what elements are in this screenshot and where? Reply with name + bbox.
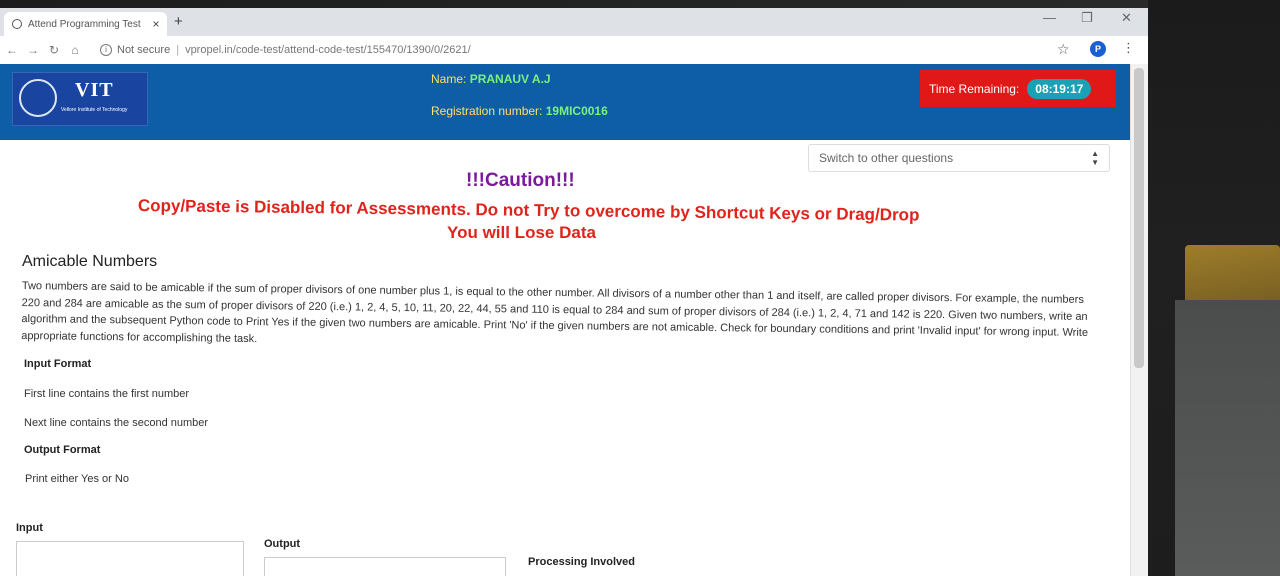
name-label: Name: xyxy=(431,72,467,86)
output-textarea[interactable] xyxy=(264,557,506,576)
input-format-heading: Input Format xyxy=(24,358,92,370)
reload-icon[interactable]: ↻ xyxy=(45,43,63,57)
browser-window: Attend Programming Test × + — ❐ ✕ ← → ↻ … xyxy=(0,8,1148,576)
copy-paste-warning: Copy/Paste is Disabled for Assessments. … xyxy=(137,196,920,225)
registration-number: Registration number: 19MIC0016 xyxy=(431,104,608,118)
processing-label: Processing Involved xyxy=(528,556,635,568)
output-label: Output xyxy=(264,538,301,550)
back-icon[interactable]: ← xyxy=(3,43,21,57)
time-remaining: Time Remaining: 08:19:17 xyxy=(920,70,1116,107)
info-icon: i xyxy=(100,44,112,56)
sort-arrows-icon: ▲ ▼ xyxy=(1091,149,1099,167)
input-textarea[interactable] xyxy=(16,541,244,576)
timer-value: 08:19:17 xyxy=(1027,78,1092,99)
bookmark-star-icon[interactable]: ☆ xyxy=(1057,41,1070,58)
question-title: Amicable Numbers xyxy=(22,253,158,270)
menu-icon[interactable]: ⋮ xyxy=(1122,40,1135,56)
reg-value: 19MIC0016 xyxy=(545,104,608,118)
input-label: Input xyxy=(16,522,43,534)
close-tab-icon[interactable]: × xyxy=(149,17,163,31)
vit-logo: VIT Vellore Institute of Technology xyxy=(12,72,148,126)
input-format-line: First line contains the first number xyxy=(24,388,190,400)
logo-subtitle: Vellore Institute of Technology xyxy=(61,107,128,113)
seal-icon xyxy=(19,79,57,117)
output-format-line: Print either Yes or No xyxy=(25,473,129,485)
background-surface xyxy=(1175,300,1280,576)
home-icon[interactable]: ⌂ xyxy=(66,43,84,57)
output-format-heading: Output Format xyxy=(24,444,101,456)
minimize-icon[interactable]: — xyxy=(1043,10,1056,25)
scrollbar-thumb[interactable] xyxy=(1134,68,1144,368)
question-description: Two numbers are said to be amicable if t… xyxy=(21,279,1089,345)
profile-avatar[interactable]: P xyxy=(1090,41,1106,57)
logo-text: VIT xyxy=(75,79,114,101)
url-field[interactable]: vpropel.in/code-test/attend-code-test/15… xyxy=(185,44,471,56)
input-format-line: Next line contains the second number xyxy=(24,417,209,429)
browser-tab[interactable]: Attend Programming Test × xyxy=(4,12,167,36)
site-header: VIT Vellore Institute of Technology Name… xyxy=(0,64,1130,140)
data-loss-warning: You will Lose Data xyxy=(447,223,596,242)
timer-label: Time Remaining: xyxy=(929,81,1020,96)
new-tab-button[interactable]: + xyxy=(174,13,183,30)
security-indicator[interactable]: i Not secure xyxy=(100,44,170,56)
student-name: Name: PRANAUV A.J xyxy=(431,72,551,86)
address-bar: ← → ↻ ⌂ i Not secure | vpropel.in/code-t… xyxy=(0,36,1148,65)
divider: | xyxy=(176,44,180,56)
security-label: Not secure xyxy=(117,44,171,56)
restore-icon[interactable]: ❐ xyxy=(1081,10,1093,26)
globe-icon xyxy=(12,19,22,29)
close-window-icon[interactable]: ✕ xyxy=(1121,10,1132,26)
forward-icon[interactable]: → xyxy=(24,43,42,57)
name-value: PRANAUV A.J xyxy=(469,72,551,86)
select-placeholder: Switch to other questions xyxy=(819,151,954,165)
question-switch-select[interactable]: Switch to other questions ▲ ▼ xyxy=(808,144,1110,172)
tab-bar: Attend Programming Test × + — ❐ ✕ xyxy=(0,8,1148,36)
tab-title: Attend Programming Test xyxy=(28,18,141,30)
caution-heading: !!!Caution!!! xyxy=(466,170,575,191)
reg-label: Registration number: xyxy=(431,104,543,118)
